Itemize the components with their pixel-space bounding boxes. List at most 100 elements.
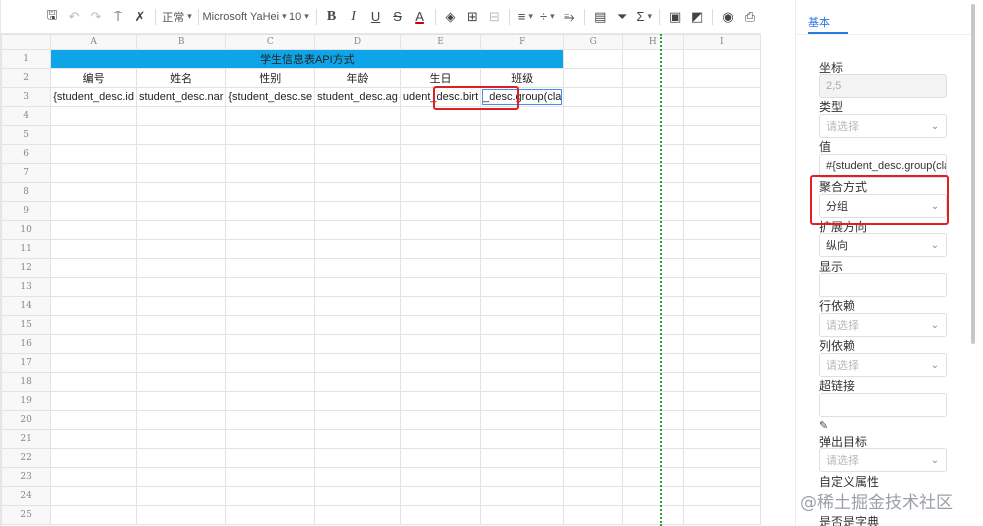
cell[interactable]	[50, 505, 137, 525]
cell[interactable]	[50, 334, 137, 354]
cell[interactable]	[399, 429, 482, 449]
cell[interactable]	[480, 353, 565, 373]
font-family-select[interactable]: Microsoft YaHei	[202, 6, 284, 28]
cell[interactable]	[225, 372, 316, 392]
cell[interactable]	[622, 372, 684, 392]
cell[interactable]	[682, 353, 761, 373]
cell[interactable]	[135, 486, 227, 506]
cell[interactable]	[50, 353, 137, 373]
cell[interactable]	[399, 144, 482, 164]
valign-icon[interactable]: ÷	[538, 6, 556, 28]
cell[interactable]	[135, 239, 227, 259]
cell[interactable]	[622, 220, 684, 240]
cell[interactable]	[314, 372, 401, 392]
cell[interactable]	[480, 258, 565, 278]
cell[interactable]	[314, 486, 401, 506]
cell[interactable]	[563, 391, 624, 411]
cell[interactable]	[399, 296, 482, 316]
cell[interactable]	[225, 106, 316, 126]
selected-cell[interactable]: _desc.group(cla	[480, 87, 565, 107]
row-header[interactable]: 15	[1, 315, 52, 335]
cell[interactable]	[50, 391, 137, 411]
cell[interactable]	[314, 163, 401, 183]
cell[interactable]	[314, 334, 401, 354]
row-header[interactable]: 22	[1, 448, 52, 468]
cell[interactable]	[50, 220, 137, 240]
cell[interactable]	[682, 429, 761, 449]
row-header[interactable]: 5	[1, 125, 52, 145]
cell[interactable]	[480, 182, 565, 202]
cell[interactable]	[399, 353, 482, 373]
row-header[interactable]: 13	[1, 277, 52, 297]
cell[interactable]	[682, 201, 761, 221]
cell[interactable]	[480, 410, 565, 430]
cell[interactable]	[314, 296, 401, 316]
data-cell[interactable]: student_desc.nar	[135, 87, 227, 107]
cell[interactable]	[399, 486, 482, 506]
style-select[interactable]: 正常	[162, 6, 192, 28]
cell[interactable]	[563, 220, 624, 240]
cell[interactable]	[682, 486, 761, 506]
cell[interactable]	[622, 315, 684, 335]
row-header[interactable]: 10	[1, 220, 52, 240]
header-cell[interactable]: 生日	[399, 68, 482, 88]
cell[interactable]	[622, 467, 684, 487]
cell[interactable]	[314, 239, 401, 259]
cell[interactable]	[50, 125, 137, 145]
cell[interactable]	[480, 125, 565, 145]
row-header[interactable]: 4	[1, 106, 52, 126]
cell[interactable]	[622, 334, 684, 354]
cell[interactable]	[622, 125, 684, 145]
cell[interactable]	[135, 277, 227, 297]
preview-icon[interactable]: ◉	[719, 6, 737, 28]
cell[interactable]	[135, 353, 227, 373]
underline-button[interactable]: U	[367, 6, 385, 28]
row-header[interactable]: 1	[1, 49, 52, 69]
cell[interactable]	[399, 334, 482, 354]
cell[interactable]	[399, 410, 482, 430]
redo-icon[interactable]: ↷	[87, 6, 105, 28]
cell[interactable]	[480, 429, 565, 449]
cell[interactable]	[682, 125, 761, 145]
row-header[interactable]: 11	[1, 239, 52, 259]
cell[interactable]	[480, 486, 565, 506]
cell[interactable]	[682, 87, 761, 107]
cell[interactable]	[622, 201, 684, 221]
cell[interactable]	[563, 505, 624, 525]
cell[interactable]	[225, 391, 316, 411]
pencil-icon[interactable]: ✎	[819, 419, 828, 432]
cell[interactable]	[135, 467, 227, 487]
cell[interactable]	[622, 144, 684, 164]
cell[interactable]	[563, 144, 624, 164]
row-header[interactable]: 3	[1, 87, 52, 107]
cell[interactable]	[563, 125, 624, 145]
format-painter-icon[interactable]: ⍑	[109, 6, 127, 28]
column-header[interactable]: H	[622, 34, 684, 50]
column-header[interactable]: A	[50, 34, 137, 50]
cell[interactable]	[563, 182, 624, 202]
filter-icon[interactable]: ⏷	[613, 6, 631, 28]
cell[interactable]	[622, 258, 684, 278]
cell[interactable]	[225, 505, 316, 525]
cell[interactable]	[50, 182, 137, 202]
cell[interactable]	[622, 486, 684, 506]
cell[interactable]	[314, 315, 401, 335]
data-cell[interactable]: udent_desc.birt	[399, 87, 482, 107]
cell[interactable]	[682, 182, 761, 202]
cell[interactable]	[563, 467, 624, 487]
cell[interactable]	[563, 87, 624, 107]
cell[interactable]	[682, 239, 761, 259]
cell[interactable]	[682, 391, 761, 411]
cell[interactable]	[622, 277, 684, 297]
cell[interactable]	[682, 49, 761, 69]
cell[interactable]	[682, 467, 761, 487]
cell[interactable]	[314, 410, 401, 430]
cell[interactable]	[50, 163, 137, 183]
cell[interactable]	[682, 315, 761, 335]
cell[interactable]	[622, 68, 684, 88]
freeze-icon[interactable]: ▤	[591, 6, 609, 28]
cell[interactable]	[480, 220, 565, 240]
cell[interactable]	[399, 163, 482, 183]
cell[interactable]	[682, 68, 761, 88]
column-header[interactable]: D	[314, 34, 401, 50]
